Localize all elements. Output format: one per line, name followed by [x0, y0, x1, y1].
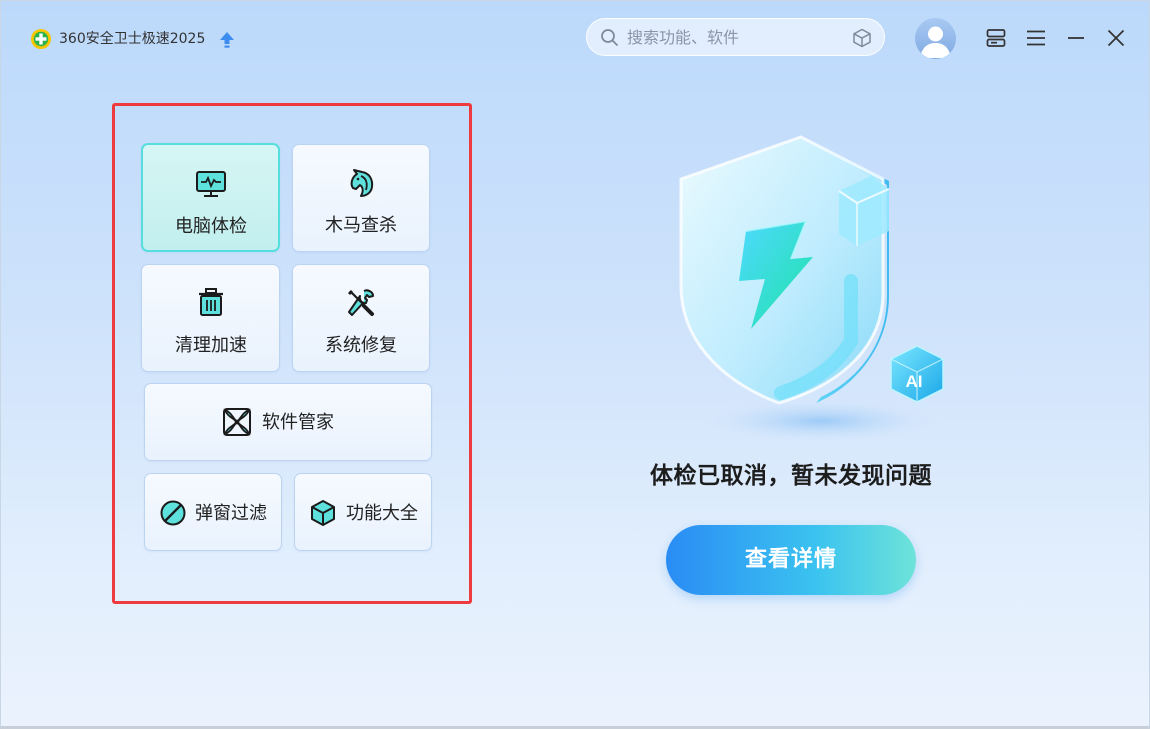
tool-features-label: 功能大全: [346, 503, 418, 524]
tool-popup[interactable]: 弹窗过滤: [144, 473, 282, 551]
cube-icon: [311, 500, 335, 526]
search-icon: [601, 29, 618, 46]
tool-trojan-label: 木马查杀: [325, 215, 397, 236]
tool-software-label: 软件管家: [262, 412, 334, 433]
arrow-up-icon[interactable]: [219, 31, 235, 49]
app-window: 360安全卫士极速2025 搜索功能、软件 电脑体检 木马查杀 清理加速 系统修…: [0, 0, 1150, 729]
ai-badge-label: AI: [906, 372, 923, 391]
tool-checkup-label: 电脑体检: [175, 216, 247, 237]
tool-clean[interactable]: 清理加速: [141, 264, 280, 372]
app-title: 360安全卫士极速2025: [59, 31, 206, 47]
skin-icon[interactable]: [985, 27, 1007, 49]
close-icon[interactable]: [1105, 27, 1127, 49]
shield-illustration: AI: [679, 135, 944, 443]
search-input[interactable]: 搜索功能、软件: [627, 28, 739, 48]
360-logo-icon: [31, 29, 51, 49]
user-avatar-icon: [920, 26, 951, 58]
monitor-pulse-icon: [196, 171, 226, 197]
tool-software[interactable]: 软件管家: [144, 383, 432, 461]
cube-icon[interactable]: [852, 28, 872, 48]
software-manager-icon: [223, 408, 251, 436]
tool-trojan[interactable]: 木马查杀: [292, 144, 430, 252]
tool-clean-label: 清理加速: [175, 335, 247, 356]
tool-repair[interactable]: 系统修复: [292, 264, 430, 372]
horse-icon: [350, 169, 374, 197]
view-details-button[interactable]: 查看详情: [666, 525, 916, 595]
wrench-screwdriver-icon: [348, 289, 374, 316]
user-avatar[interactable]: [915, 18, 956, 59]
tool-features[interactable]: 功能大全: [294, 473, 432, 551]
tool-popup-label: 弹窗过滤: [195, 503, 267, 524]
trash-icon: [199, 288, 223, 316]
tool-repair-label: 系统修复: [325, 335, 397, 356]
ai-badge: AI: [890, 345, 944, 403]
tool-checkup[interactable]: 电脑体检: [141, 143, 280, 252]
search-box[interactable]: 搜索功能、软件: [586, 18, 885, 56]
popup-block-icon: [160, 500, 186, 526]
minimize-icon[interactable]: [1065, 27, 1087, 49]
scan-status: 体检已取消，暂未发现问题: [650, 463, 932, 489]
menu-icon[interactable]: [1025, 27, 1047, 49]
